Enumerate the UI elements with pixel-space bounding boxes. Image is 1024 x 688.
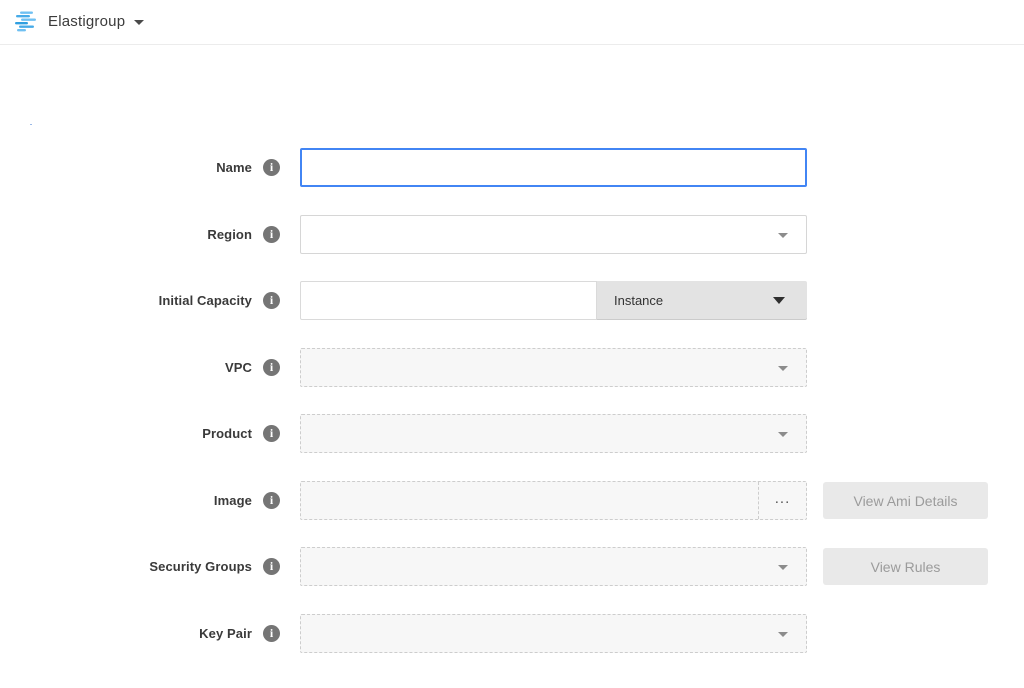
info-icon[interactable]: i bbox=[263, 625, 280, 642]
product-switcher[interactable]: Elastigroup bbox=[14, 10, 144, 32]
info-icon[interactable]: i bbox=[263, 492, 280, 509]
info-icon[interactable]: i bbox=[263, 292, 280, 309]
chevron-down-icon bbox=[778, 565, 788, 570]
wizard-tabbar: General Instance Type Persistence Instan… bbox=[0, 45, 1024, 126]
app-title: Elastigroup bbox=[48, 13, 125, 30]
info-icon[interactable]: i bbox=[263, 226, 280, 243]
form-row-vpc: VPC i bbox=[0, 348, 1024, 387]
image-input[interactable]: ... bbox=[300, 481, 807, 520]
info-icon[interactable]: i bbox=[263, 359, 280, 376]
elastigroup-logo-icon bbox=[14, 10, 38, 32]
key-pair-select[interactable] bbox=[300, 614, 807, 653]
image-label: Image bbox=[0, 481, 252, 520]
chevron-down-icon bbox=[773, 297, 785, 304]
app-header: Elastigroup bbox=[0, 0, 1024, 45]
form-row-product: Product i bbox=[0, 414, 1024, 453]
chevron-down-icon bbox=[778, 432, 788, 437]
form-row-security-groups: Security Groups i View Rules bbox=[0, 547, 1024, 586]
vpc-select[interactable] bbox=[300, 348, 807, 387]
view-rules-button[interactable]: View Rules bbox=[823, 548, 988, 585]
general-settings-form: Name i Region i Initial Capacity i Insta… bbox=[0, 125, 1024, 688]
chevron-down-icon bbox=[134, 20, 144, 25]
chevron-down-icon bbox=[778, 233, 788, 238]
region-select[interactable] bbox=[300, 215, 807, 254]
form-row-key-pair: Key Pair i bbox=[0, 614, 1024, 653]
chevron-down-icon bbox=[778, 366, 788, 371]
form-row-initial-capacity: Initial Capacity i Instance bbox=[0, 281, 1024, 320]
product-label: Product bbox=[0, 414, 252, 453]
form-row-image: Image i ... View Ami Details bbox=[0, 481, 1024, 520]
initial-capacity-label: Initial Capacity bbox=[0, 281, 252, 320]
capacity-unit-select[interactable]: Instance bbox=[597, 281, 807, 320]
key-pair-label: Key Pair bbox=[0, 614, 252, 653]
name-input[interactable] bbox=[300, 148, 807, 187]
form-row-name: Name i bbox=[0, 148, 1024, 187]
name-label: Name bbox=[0, 148, 252, 187]
initial-capacity-input[interactable] bbox=[300, 281, 597, 320]
vpc-label: VPC bbox=[0, 348, 252, 387]
security-groups-label: Security Groups bbox=[0, 547, 252, 586]
info-icon[interactable]: i bbox=[263, 425, 280, 442]
security-groups-select[interactable] bbox=[300, 547, 807, 586]
info-icon[interactable]: i bbox=[263, 159, 280, 176]
view-ami-details-button[interactable]: View Ami Details bbox=[823, 482, 988, 519]
product-select[interactable] bbox=[300, 414, 807, 453]
elastigroup-create-wizard: Elastigroup General Instance Type Persis… bbox=[0, 0, 1024, 688]
info-icon[interactable]: i bbox=[263, 558, 280, 575]
region-label: Region bbox=[0, 215, 252, 254]
form-row-region: Region i bbox=[0, 215, 1024, 254]
chevron-down-icon bbox=[778, 632, 788, 637]
image-browse-button[interactable]: ... bbox=[758, 482, 806, 519]
